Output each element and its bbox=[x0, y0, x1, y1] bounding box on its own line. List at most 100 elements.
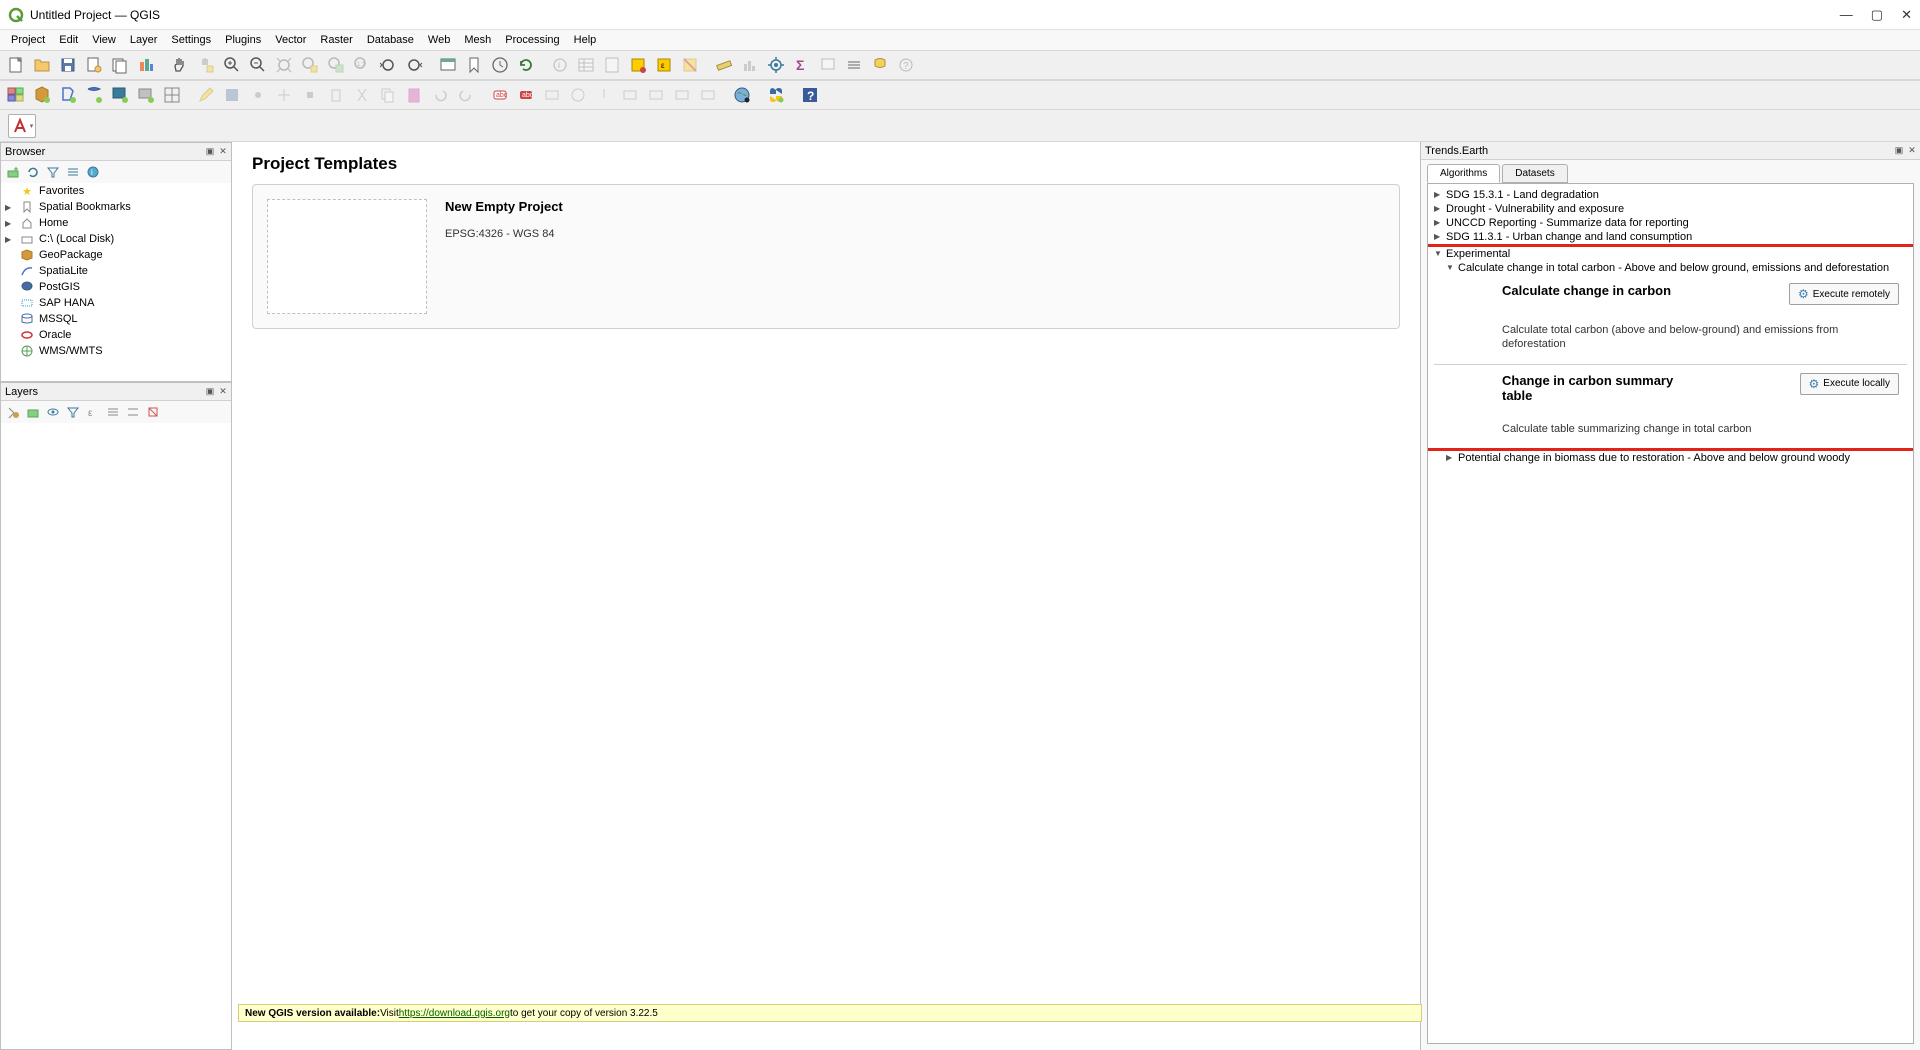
processing-button[interactable] bbox=[764, 53, 788, 77]
annotation-text-button[interactable] bbox=[868, 53, 892, 77]
menu-project[interactable]: Project bbox=[4, 32, 52, 48]
zoom-out-button[interactable] bbox=[246, 53, 270, 77]
rotate-label-button[interactable] bbox=[670, 83, 694, 107]
algo-sdg1531[interactable]: ▶SDG 15.3.1 - Land degradation bbox=[1428, 188, 1913, 202]
algo-experimental[interactable]: ▼Experimental bbox=[1428, 247, 1913, 261]
change-label-button[interactable] bbox=[696, 83, 720, 107]
field-calc-button[interactable] bbox=[600, 53, 624, 77]
redo-button[interactable] bbox=[454, 83, 478, 107]
decoration-button[interactable] bbox=[842, 53, 866, 77]
zoom-in-button[interactable] bbox=[220, 53, 244, 77]
new-shapefile-button[interactable] bbox=[56, 83, 80, 107]
browser-item-bookmarks[interactable]: ▶Spatial Bookmarks bbox=[1, 199, 231, 215]
browser-item-oracle[interactable]: Oracle bbox=[1, 327, 231, 343]
browser-item-saphana[interactable]: SAP HANA bbox=[1, 295, 231, 311]
layers-expand-button[interactable] bbox=[105, 404, 121, 420]
zoom-last-button[interactable] bbox=[376, 53, 400, 77]
add-feature-button[interactable] bbox=[246, 83, 270, 107]
identify-button[interactable]: i bbox=[548, 53, 572, 77]
menu-edit[interactable]: Edit bbox=[52, 32, 85, 48]
sigma-button[interactable]: Σ bbox=[790, 53, 814, 77]
plugin-help-button[interactable]: ? bbox=[798, 83, 822, 107]
select-features-button[interactable] bbox=[626, 53, 650, 77]
new-virtual-button[interactable] bbox=[108, 83, 132, 107]
cut-button[interactable] bbox=[350, 83, 374, 107]
delete-button[interactable] bbox=[324, 83, 348, 107]
tab-datasets[interactable]: Datasets bbox=[1502, 164, 1567, 183]
menu-raster[interactable]: Raster bbox=[313, 32, 359, 48]
menu-plugins[interactable]: Plugins bbox=[218, 32, 268, 48]
move-label-button[interactable] bbox=[644, 83, 668, 107]
undo-button[interactable] bbox=[428, 83, 452, 107]
show-label-button[interactable] bbox=[618, 83, 642, 107]
zoom-native-button[interactable]: 1:1 bbox=[350, 53, 374, 77]
algo-biomass-restoration[interactable]: ▶Potential change in biomass due to rest… bbox=[1428, 451, 1913, 465]
layers-filter-button[interactable] bbox=[65, 404, 81, 420]
trends-earth-button[interactable] bbox=[730, 83, 754, 107]
browser-item-spatialite[interactable]: SpatiaLite bbox=[1, 263, 231, 279]
copy-button[interactable] bbox=[376, 83, 400, 107]
browser-item-cdisk[interactable]: ▶C:\ (Local Disk) bbox=[1, 231, 231, 247]
pan-to-selection-button[interactable] bbox=[194, 53, 218, 77]
minimize-button[interactable]: — bbox=[1840, 7, 1853, 23]
template-card[interactable]: New Empty Project EPSG:4326 - WGS 84 bbox=[252, 184, 1400, 329]
browser-item-home[interactable]: ▶Home bbox=[1, 215, 231, 231]
maximize-button[interactable]: ▢ bbox=[1871, 7, 1883, 23]
new-project-button[interactable] bbox=[4, 53, 28, 77]
execute-remotely-button[interactable]: ⚙ Execute remotely bbox=[1789, 283, 1899, 305]
open-project-button[interactable] bbox=[30, 53, 54, 77]
download-link[interactable]: https://download.qgis.org bbox=[399, 1008, 510, 1019]
menu-processing[interactable]: Processing bbox=[498, 32, 566, 48]
layout-manager-button[interactable] bbox=[108, 53, 132, 77]
move-feature-button[interactable] bbox=[272, 83, 296, 107]
style-manager-button[interactable] bbox=[134, 53, 158, 77]
select-value-button[interactable]: ε bbox=[652, 53, 676, 77]
temporal-button[interactable] bbox=[488, 53, 512, 77]
browser-close-button[interactable]: ✕ bbox=[217, 146, 229, 158]
menu-web[interactable]: Web bbox=[421, 32, 457, 48]
algo-carbon-change[interactable]: ▼Calculate change in total carbon - Abov… bbox=[1428, 261, 1913, 275]
python-console-button[interactable] bbox=[764, 83, 788, 107]
add-layer-button[interactable] bbox=[5, 164, 21, 180]
browser-item-postgis[interactable]: PostGIS bbox=[1, 279, 231, 295]
layers-undock-button[interactable]: ▣ bbox=[204, 386, 216, 398]
menu-settings[interactable]: Settings bbox=[164, 32, 218, 48]
zoom-selection-button[interactable] bbox=[298, 53, 322, 77]
browser-item-mssql[interactable]: MSSQL bbox=[1, 311, 231, 327]
layers-expression-button[interactable]: ε bbox=[85, 404, 101, 420]
pan-button[interactable] bbox=[168, 53, 192, 77]
new-memory-button[interactable] bbox=[134, 83, 158, 107]
menu-layer[interactable]: Layer bbox=[123, 32, 165, 48]
menu-help[interactable]: Help bbox=[567, 32, 604, 48]
trends-earth-undock-button[interactable]: ▣ bbox=[1893, 145, 1905, 157]
new-print-layout-button[interactable] bbox=[82, 53, 106, 77]
data-source-button[interactable] bbox=[4, 83, 28, 107]
browser-refresh-button[interactable] bbox=[25, 164, 41, 180]
browser-undock-button[interactable]: ▣ bbox=[204, 146, 216, 158]
close-button[interactable]: ✕ bbox=[1901, 7, 1912, 23]
map-tips-button[interactable] bbox=[816, 53, 840, 77]
diagram-button[interactable] bbox=[566, 83, 590, 107]
new-map-view-button[interactable] bbox=[436, 53, 460, 77]
layers-visibility-button[interactable] bbox=[45, 404, 61, 420]
tab-algorithms[interactable]: Algorithms bbox=[1427, 164, 1500, 183]
algo-sdg1131[interactable]: ▶SDG 11.3.1 - Urban change and land cons… bbox=[1428, 230, 1913, 244]
label-button[interactable]: abc bbox=[488, 83, 512, 107]
measure-button[interactable] bbox=[712, 53, 736, 77]
browser-item-favorites[interactable]: ★Favorites bbox=[1, 183, 231, 199]
new-mesh-button[interactable] bbox=[160, 83, 184, 107]
algo-unccd[interactable]: ▶UNCCD Reporting - Summarize data for re… bbox=[1428, 216, 1913, 230]
algorithms-tree[interactable]: ▶SDG 15.3.1 - Land degradation ▶Drought … bbox=[1427, 183, 1914, 1044]
execute-locally-button[interactable]: ⚙ Execute locally bbox=[1800, 373, 1899, 395]
layers-remove-button[interactable] bbox=[145, 404, 161, 420]
label-red-button[interactable]: abc bbox=[514, 83, 538, 107]
attr-table-button[interactable] bbox=[574, 53, 598, 77]
pin-label-button[interactable] bbox=[592, 83, 616, 107]
zoom-next-button[interactable] bbox=[402, 53, 426, 77]
browser-filter-button[interactable] bbox=[45, 164, 61, 180]
save-edits-button[interactable] bbox=[220, 83, 244, 107]
browser-item-geopackage[interactable]: GeoPackage bbox=[1, 247, 231, 263]
help-button[interactable]: ? bbox=[894, 53, 918, 77]
trends-earth-close-button[interactable]: ✕ bbox=[1906, 145, 1918, 157]
zoom-layer-button[interactable] bbox=[324, 53, 348, 77]
